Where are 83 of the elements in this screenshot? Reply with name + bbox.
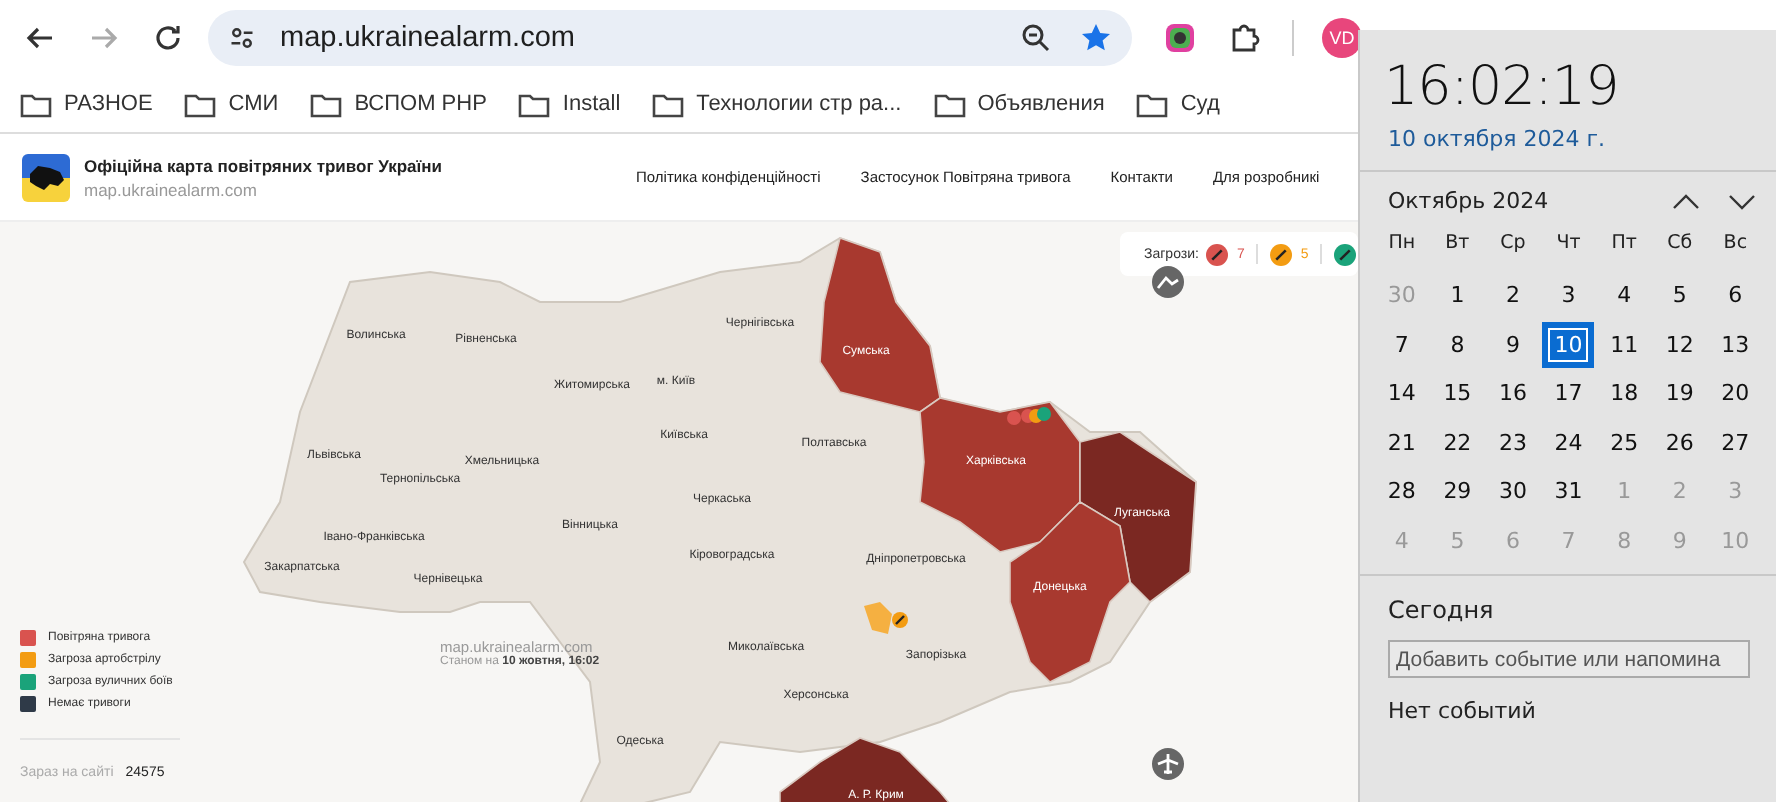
- folder-icon: [20, 91, 52, 117]
- logo-icon[interactable]: [22, 153, 70, 201]
- rocket-icon[interactable]: [1334, 243, 1357, 265]
- calendar-day[interactable]: 29: [1429, 467, 1486, 516]
- folder-icon: [1136, 91, 1169, 117]
- bookmark-folder[interactable]: Технологии стр ра...: [652, 91, 902, 117]
- calendar-day[interactable]: 12: [1651, 320, 1708, 369]
- back-icon[interactable]: [24, 22, 56, 54]
- rocket-icon[interactable]: [1270, 243, 1293, 265]
- calendar-day[interactable]: 15: [1429, 369, 1486, 418]
- calendar-day[interactable]: 13: [1707, 320, 1764, 369]
- reload-icon[interactable]: [152, 22, 184, 54]
- threat-area-shape: [864, 602, 892, 634]
- calendar-day[interactable]: 18: [1596, 369, 1652, 418]
- calendar-day[interactable]: 9: [1485, 320, 1541, 369]
- calendar-day[interactable]: 2: [1485, 271, 1541, 320]
- calendar-day[interactable]: 24: [1540, 418, 1597, 467]
- month-title[interactable]: Октябрь 2024: [1388, 188, 1644, 214]
- folder-icon: [933, 91, 966, 117]
- puzzle-icon[interactable]: [1228, 22, 1260, 54]
- zoom-icon[interactable]: [1020, 22, 1052, 54]
- calendar-day[interactable]: 6: [1707, 271, 1764, 320]
- calendar-day[interactable]: 20: [1707, 369, 1764, 418]
- weekday-label: Чт: [1554, 229, 1583, 257]
- calendar-day[interactable]: 3: [1540, 271, 1597, 320]
- no-events-text: Нет событий: [1386, 696, 1538, 724]
- extension-icon[interactable]: [1164, 22, 1196, 54]
- folder-icon: [652, 91, 685, 117]
- calendar-day[interactable]: 28: [1374, 467, 1430, 516]
- calendar-day[interactable]: 27: [1707, 418, 1764, 467]
- site-title: Офіційна карта повітряних тривог України: [84, 155, 444, 175]
- weekday-label: Вс: [1721, 229, 1750, 257]
- address-bar[interactable]: map.ukrainealarm.com: [208, 10, 1132, 66]
- clock-date[interactable]: 10 октября 2024 г.: [1360, 118, 1776, 170]
- folder-icon: [184, 91, 217, 117]
- profile-avatar[interactable]: VD: [1322, 18, 1362, 58]
- chevron-down-icon[interactable]: [1728, 193, 1756, 209]
- tune-icon: [228, 24, 256, 52]
- site-url: map.ukrainealarm.com: [84, 179, 259, 199]
- map-layers-icon[interactable]: [1152, 266, 1184, 298]
- plane-icon[interactable]: [1152, 748, 1184, 780]
- calendar-day[interactable]: 8: [1429, 320, 1486, 369]
- threat-markers-drawing[interactable]: [1007, 407, 1051, 425]
- bookmark-folder[interactable]: Install: [518, 91, 621, 117]
- bookmark-folder[interactable]: Объявления: [933, 91, 1105, 117]
- weekday-label: Вт: [1443, 229, 1472, 257]
- weekday-label: Сб: [1665, 229, 1695, 257]
- weekday-label: Пт: [1609, 229, 1639, 257]
- calendar-day[interactable]: 19: [1651, 369, 1708, 418]
- calendar-day[interactable]: 14: [1374, 369, 1430, 418]
- calendar-day[interactable]: 25: [1596, 418, 1652, 467]
- calendar-day[interactable]: 1: [1429, 271, 1486, 320]
- bookmark-folder[interactable]: ВСПОМ PHP: [310, 91, 487, 117]
- weekday-label: Ср: [1498, 229, 1528, 257]
- calendar-day[interactable]: 16: [1485, 369, 1541, 418]
- rocket-icon[interactable]: [1206, 243, 1229, 265]
- bookmark-folder[interactable]: Суд: [1136, 91, 1220, 117]
- folder-icon: [518, 91, 551, 117]
- region-shape[interactable]: [819, 236, 941, 413]
- region-shape[interactable]: [779, 737, 952, 802]
- bookmark-folder[interactable]: СМИ: [184, 91, 279, 117]
- calendar-day[interactable]: 23: [1485, 418, 1541, 467]
- star-icon[interactable]: [1080, 22, 1112, 54]
- threat-marker-icon[interactable]: [892, 612, 908, 628]
- calendar-day[interactable]: 31: [1540, 467, 1597, 516]
- weekday-label: Пн: [1386, 229, 1418, 257]
- event-input[interactable]: Добавить событие или напомина: [1388, 640, 1750, 678]
- today-heading: Сегодня: [1386, 593, 1496, 627]
- calendar-day[interactable]: 7: [1374, 320, 1430, 369]
- calendar-day[interactable]: 4: [1596, 271, 1652, 320]
- calendar-day[interactable]: 21: [1374, 418, 1430, 467]
- clock-time: 16:02:19: [1382, 54, 1621, 118]
- calendar-day[interactable]: 11: [1596, 320, 1652, 369]
- calendar-day[interactable]: 26: [1651, 418, 1708, 467]
- calendar-day[interactable]: 5: [1651, 271, 1708, 320]
- chevron-up-icon[interactable]: [1672, 193, 1700, 209]
- calendar-day[interactable]: 10: [1542, 322, 1595, 367]
- calendar-day[interactable]: 30: [1485, 467, 1541, 516]
- region-shape[interactable]: [919, 397, 1081, 553]
- bookmark-folder[interactable]: РАЗНОЕ: [20, 91, 153, 117]
- calendar-day[interactable]: 22: [1429, 418, 1486, 467]
- calendar-day[interactable]: 17: [1540, 369, 1597, 418]
- folder-icon: [310, 91, 343, 117]
